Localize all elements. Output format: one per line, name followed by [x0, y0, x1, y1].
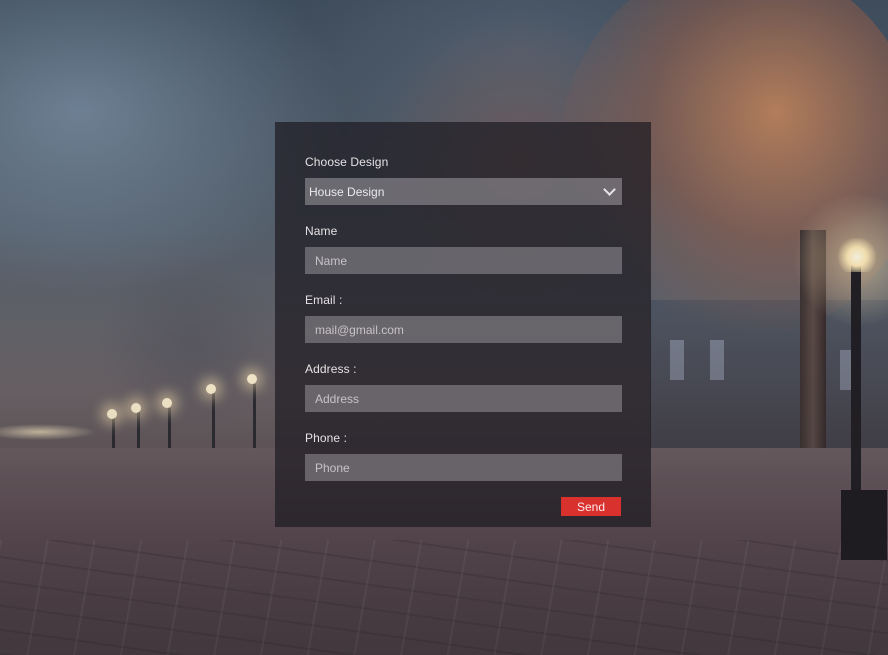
email-input[interactable] — [305, 316, 622, 343]
send-button[interactable]: Send — [561, 497, 621, 516]
chevron-down-icon — [603, 183, 616, 196]
email-label: Email : — [305, 293, 343, 307]
design-select-value: House Design — [309, 184, 385, 199]
contact-form-panel: Choose Design House Design Name Email : … — [275, 122, 651, 527]
design-label: Choose Design — [305, 155, 389, 169]
name-label: Name — [305, 224, 338, 238]
address-input[interactable] — [305, 385, 622, 412]
address-label: Address : — [305, 362, 357, 376]
design-select[interactable]: House Design — [305, 178, 622, 205]
phone-input[interactable] — [305, 454, 622, 481]
page: Choose Design House Design Name Email : … — [0, 0, 888, 655]
phone-label: Phone : — [305, 431, 348, 445]
name-input[interactable] — [305, 247, 622, 274]
